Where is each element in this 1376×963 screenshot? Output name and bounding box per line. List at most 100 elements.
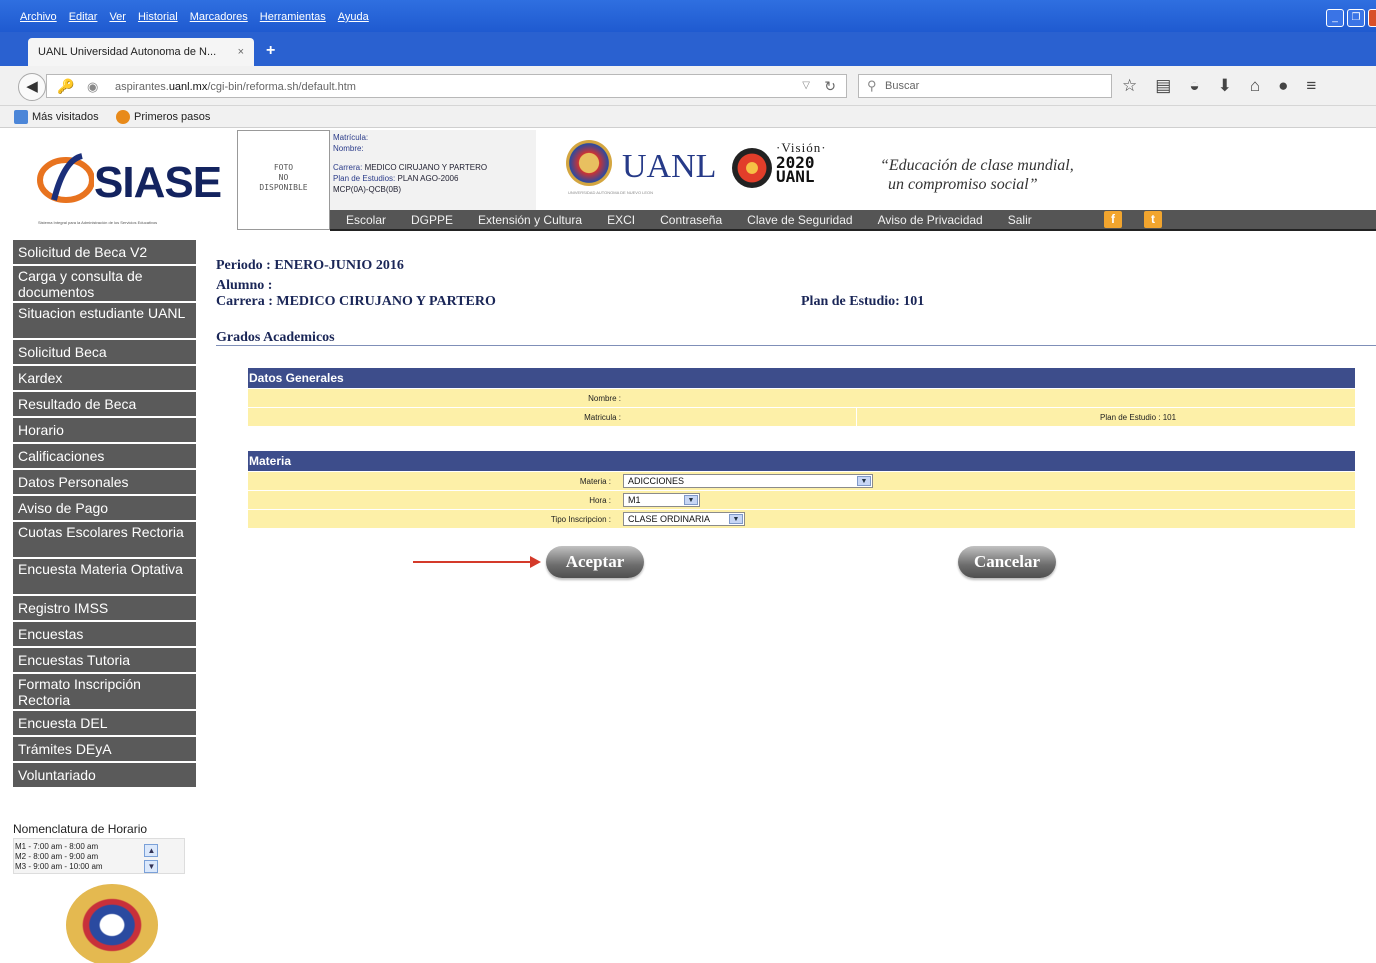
sidebar-item-tramites-deya[interactable]: Trámites DEyA [13,737,196,761]
siase-tagline: Sistema Integral para la Administración … [38,220,158,225]
menu-archivo[interactable]: Archivo [20,11,57,23]
identity-icon[interactable]: 🔑 [57,78,74,95]
globe-icon: ◉ [87,79,99,94]
sidebar-item-solicitud-beca-v2[interactable]: Solicitud de Beca V2 [13,240,196,264]
nav-exci[interactable]: EXCI [607,213,635,227]
slogan-line: “Educación de clase mundial, [880,157,1074,174]
menu-icon[interactable]: ≡ [1306,76,1316,96]
alumno-text: Alumno : [216,278,273,293]
bookmark-primeros-pasos[interactable]: Primeros pasos [116,110,210,124]
scroll-down-icon[interactable]: ▼ [144,860,158,873]
sidebar-item-aviso-pago[interactable]: Aviso de Pago [13,496,196,520]
sidebar-item-situacion-estudiante[interactable]: Situacion estudiante UANL [13,303,196,338]
red-arrow-head-icon [530,556,541,568]
sidebar-item-cuotas-escolares[interactable]: Cuotas Escolares Rectoria [13,522,196,557]
nav-aviso-privacidad[interactable]: Aviso de Privacidad [878,213,983,227]
matricula-label: Matricula : [584,413,621,422]
sidebar-item-formato-inscripcion[interactable]: Formato Inscripción Rectoria [13,674,196,709]
sidebar-item-voluntariado[interactable]: Voluntariado [13,763,196,787]
cancelar-button[interactable]: Cancelar [958,546,1056,578]
download-icon[interactable]: ⬇ [1218,76,1232,96]
sidebar-item-encuestas[interactable]: Encuestas [13,622,196,646]
facebook-icon[interactable]: f [1104,211,1122,228]
list-item: M1 - 7:00 am - 8:00 am [15,842,99,851]
close-window-icon[interactable] [1368,9,1376,27]
minimize-icon[interactable]: _ [1326,9,1344,27]
uanl-logo-text: UANL [622,148,717,185]
photo-text-line: DISPONIBLE [259,183,308,192]
vision-year: 2020 UANL [776,155,815,185]
nav-dgppe[interactable]: DGPPE [411,213,453,227]
url-bar[interactable]: 🔑 ◉ aspirantes.uanl.mx/cgi-bin/reforma.s… [46,74,847,98]
menu-editar[interactable]: Editar [69,11,98,23]
bookmark-label: Más visitados [32,111,99,123]
nav-contrasena[interactable]: Contraseña [660,213,722,227]
carrera-label: Carrera: [333,163,363,172]
bookmarks-bar: Más visitados Primeros pasos [0,106,1376,128]
reading-list-icon[interactable]: ▤ [1155,76,1171,96]
restore-icon[interactable]: ❐ [1347,9,1365,27]
bookmark-star-icon[interactable]: ☆ [1122,76,1137,96]
menu-list: Archivo Editar Ver Historial Marcadores … [20,11,369,23]
menu-ayuda[interactable]: Ayuda [338,11,369,23]
uanl-logo: UANL UNIVERSIDAD AUTONOMA DE NUEVO LEON [566,140,716,200]
plan-estudio-label: Plan de Estudio : 101 [1100,413,1177,422]
navigation-toolbar: ◀ 🔑 ◉ aspirantes.uanl.mx/cgi-bin/reforma… [0,66,1376,106]
nombre-label: Nombre: [333,144,364,153]
sidebar-item-encuestas-tutoria[interactable]: Encuestas Tutoria [13,648,196,672]
back-arrow-icon[interactable]: ◀ [18,73,46,101]
divider [856,408,857,427]
aceptar-button[interactable]: Aceptar [546,546,644,578]
home-icon[interactable]: ⌂ [1250,76,1260,96]
menu-ver[interactable]: Ver [109,11,126,23]
sidebar-item-calificaciones[interactable]: Calificaciones [13,444,196,468]
sidebar-item-carga-documentos[interactable]: Carga y consulta de documentos [13,266,196,301]
list-item: M3 - 9:00 am - 10:00 am [15,862,103,871]
sidebar-item-kardex[interactable]: Kardex [13,366,196,390]
hora-select[interactable]: M1 ▼ [623,493,700,507]
page-title: Grados Academicos [216,330,335,345]
nav-escolar[interactable]: Escolar [346,213,386,227]
sidebar-item-encuesta-materia[interactable]: Encuesta Materia Optativa [13,559,196,594]
menu-marcadores[interactable]: Marcadores [190,11,248,23]
tipo-inscripcion-select[interactable]: CLASE ORDINARIA ▼ [623,512,745,526]
plan-value: PLAN AGO-2006 [397,174,459,183]
plan-estudio-text: Plan de Estudio: 101 [801,294,925,309]
materia-panel: Materia Materia : ADICCIONES ▼ Hora : M1… [248,451,1355,528]
menu-herramientas[interactable]: Herramientas [260,11,326,23]
bookmark-mas-visitados[interactable]: Más visitados [14,110,99,124]
student-photo: FOTO NO DISPONIBLE [237,130,330,230]
nomenclatura-list[interactable]: M1 - 7:00 am - 8:00 am M2 - 8:00 am - 9:… [13,838,185,874]
photo-text-line: FOTO [273,163,294,172]
slogan-line: un compromiso social” [888,176,1038,193]
materia-value: ADICCIONES [628,476,685,486]
reload-icon[interactable]: ↻ [824,78,836,95]
search-input[interactable]: ⚲ Buscar [858,74,1112,98]
nav-salir[interactable]: Salir [1008,213,1032,227]
nombre-row: Nombre : [248,388,1355,407]
periodo-text: Periodo : ENERO-JUNIO 2016 [216,258,404,273]
sidebar-item-registro-imss[interactable]: Registro IMSS [13,596,196,620]
sidebar-item-horario[interactable]: Horario [13,418,196,442]
tab-close-icon[interactable]: × [238,46,244,58]
tipo-inscripcion-label: Tipo Inscripcion : [550,515,611,524]
sidebar-item-resultado-beca[interactable]: Resultado de Beca [13,392,196,416]
nav-clave-seguridad[interactable]: Clave de Seguridad [747,213,852,227]
materia-row: Materia : ADICCIONES ▼ [248,471,1355,490]
siase-logo-text: SIASE [94,158,222,207]
sidebar-item-encuesta-del[interactable]: Encuesta DEL [13,711,196,735]
search-icon: ⚲ [867,78,877,93]
new-tab-button[interactable]: + [266,42,275,60]
scroll-up-icon[interactable]: ▲ [144,844,158,857]
nav-extension-cultura[interactable]: Extensión y Cultura [478,213,582,227]
browser-tab[interactable]: UANL Universidad Autonoma de N... × [28,38,254,66]
twitter-icon[interactable]: t [1144,211,1162,228]
sidebar-item-solicitud-beca[interactable]: Solicitud Beca [13,340,196,364]
pocket-icon[interactable]: ◒ [1189,76,1199,96]
url-dropdown-icon[interactable]: ▽ [802,80,810,91]
sidebar-item-datos-personales[interactable]: Datos Personales [13,470,196,494]
chat-icon[interactable]: ● [1278,76,1288,96]
menu-historial[interactable]: Historial [138,11,178,23]
window-menubar: Archivo Editar Ver Historial Marcadores … [0,0,1376,32]
materia-select[interactable]: ADICCIONES ▼ [623,474,873,488]
